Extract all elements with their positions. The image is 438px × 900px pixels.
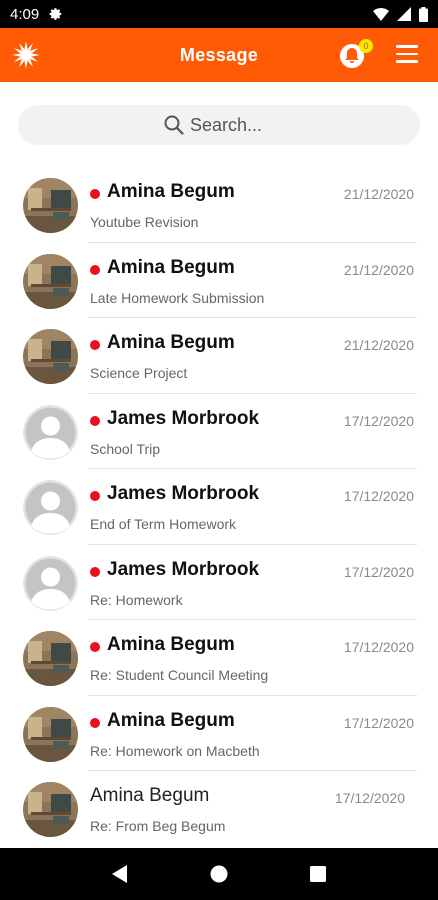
sender-name: James Morbrook bbox=[107, 483, 260, 504]
unread-indicator bbox=[90, 415, 100, 426]
avatar bbox=[23, 178, 78, 233]
message-list-item[interactable]: Amina Begum 17/12/2020 Re: From Beg Begum bbox=[0, 771, 438, 847]
status-bar: 4:09 bbox=[0, 0, 438, 28]
notifications-button[interactable]: 0 bbox=[338, 39, 373, 71]
sender-name: James Morbrook bbox=[107, 558, 260, 580]
signal-icon bbox=[397, 7, 411, 21]
search-input[interactable] bbox=[190, 114, 274, 136]
message-date: 21/12/2020 bbox=[343, 337, 414, 353]
search-bar[interactable] bbox=[18, 105, 420, 145]
page-title: Message bbox=[179, 44, 259, 65]
unread-indicator bbox=[90, 340, 100, 350]
message-subject: Re: Homework bbox=[90, 591, 183, 608]
message-list-item[interactable]: Amina Begum 21/12/2020 Youtube Revision bbox=[0, 167, 438, 243]
message-date: 21/12/2020 bbox=[343, 186, 414, 202]
nav-back-button[interactable] bbox=[100, 854, 140, 894]
message-date: 21/12/2020 bbox=[343, 261, 414, 278]
unread-indicator bbox=[90, 264, 100, 275]
unread-indicator bbox=[90, 642, 100, 652]
settings-gear-icon bbox=[49, 8, 62, 20]
sender-name: James Morbrook bbox=[107, 407, 260, 429]
message-subject: Re: Student Council Meeting bbox=[90, 667, 269, 683]
system-nav-bar bbox=[0, 848, 438, 900]
message-subject: Re: From Beg Begum bbox=[90, 818, 226, 834]
message-date: 17/12/2020 bbox=[343, 639, 414, 655]
unread-indicator bbox=[90, 491, 100, 501]
recents-square-icon bbox=[310, 866, 327, 882]
back-triangle-icon bbox=[111, 865, 127, 883]
app-header: Message 0 bbox=[0, 28, 438, 82]
hamburger-menu-icon[interactable] bbox=[396, 45, 418, 65]
message-list-item[interactable]: Amina Begum 17/12/2020 Re: Homework on Mac… bbox=[0, 696, 438, 772]
unread-indicator bbox=[90, 566, 100, 577]
message-list-item[interactable]: James Morbrook 17/12/2020 End of Term Home… bbox=[0, 469, 438, 545]
message-list: Amina Begum 21/12/2020 Youtube Revision Ami… bbox=[0, 167, 438, 847]
sender-name: Amina Begum bbox=[107, 709, 235, 731]
status-time: 4:09 bbox=[10, 5, 40, 23]
avatar bbox=[23, 631, 78, 686]
message-date: 17/12/2020 bbox=[334, 790, 405, 806]
message-date: 17/12/2020 bbox=[343, 412, 414, 429]
sender-name: Amina Begum bbox=[107, 181, 235, 202]
wifi-icon bbox=[373, 8, 389, 21]
avatar bbox=[23, 555, 78, 611]
avatar bbox=[23, 480, 78, 535]
sender-name: Amina Begum bbox=[90, 785, 210, 806]
message-date: 17/12/2020 bbox=[343, 488, 414, 504]
notification-count-badge: 0 bbox=[359, 39, 373, 53]
message-date: 17/12/2020 bbox=[343, 563, 414, 580]
nav-recents-button[interactable] bbox=[298, 854, 338, 894]
message-date: 17/12/2020 bbox=[343, 714, 414, 731]
message-subject: School Trip bbox=[90, 440, 161, 457]
message-subject: Science Project bbox=[90, 365, 188, 381]
message-list-item[interactable]: James Morbrook 17/12/2020 School Trip bbox=[0, 394, 438, 470]
home-circle-icon bbox=[210, 865, 228, 883]
message-subject: Re: Homework on Macbeth bbox=[90, 742, 260, 759]
message-list-item[interactable]: Amina Begum 17/12/2020 Re: Student Council… bbox=[0, 620, 438, 696]
sender-name: Amina Begum bbox=[107, 332, 235, 353]
avatar bbox=[23, 253, 78, 309]
message-list-item[interactable]: Amina Begum 21/12/2020 Science Project bbox=[0, 318, 438, 394]
sun-logo-icon[interactable] bbox=[11, 40, 41, 70]
message-subject: Late Homework Submission bbox=[90, 289, 265, 306]
avatar bbox=[23, 706, 78, 762]
avatar bbox=[23, 782, 78, 837]
message-subject: Youtube Revision bbox=[90, 214, 199, 230]
message-list-item[interactable]: Amina Begum 21/12/2020 Late Homework Submi… bbox=[0, 243, 438, 319]
unread-indicator bbox=[90, 189, 100, 199]
sender-name: Amina Begum bbox=[107, 634, 235, 655]
message-subject: End of Term Homework bbox=[90, 516, 237, 532]
sender-name: Amina Begum bbox=[107, 256, 235, 278]
avatar bbox=[23, 329, 78, 384]
battery-icon bbox=[419, 6, 428, 22]
nav-home-button[interactable] bbox=[199, 854, 239, 894]
search-icon bbox=[164, 115, 184, 135]
avatar bbox=[23, 404, 78, 460]
unread-indicator bbox=[90, 717, 100, 728]
message-list-item[interactable]: James Morbrook 17/12/2020 Re: Homework bbox=[0, 545, 438, 621]
